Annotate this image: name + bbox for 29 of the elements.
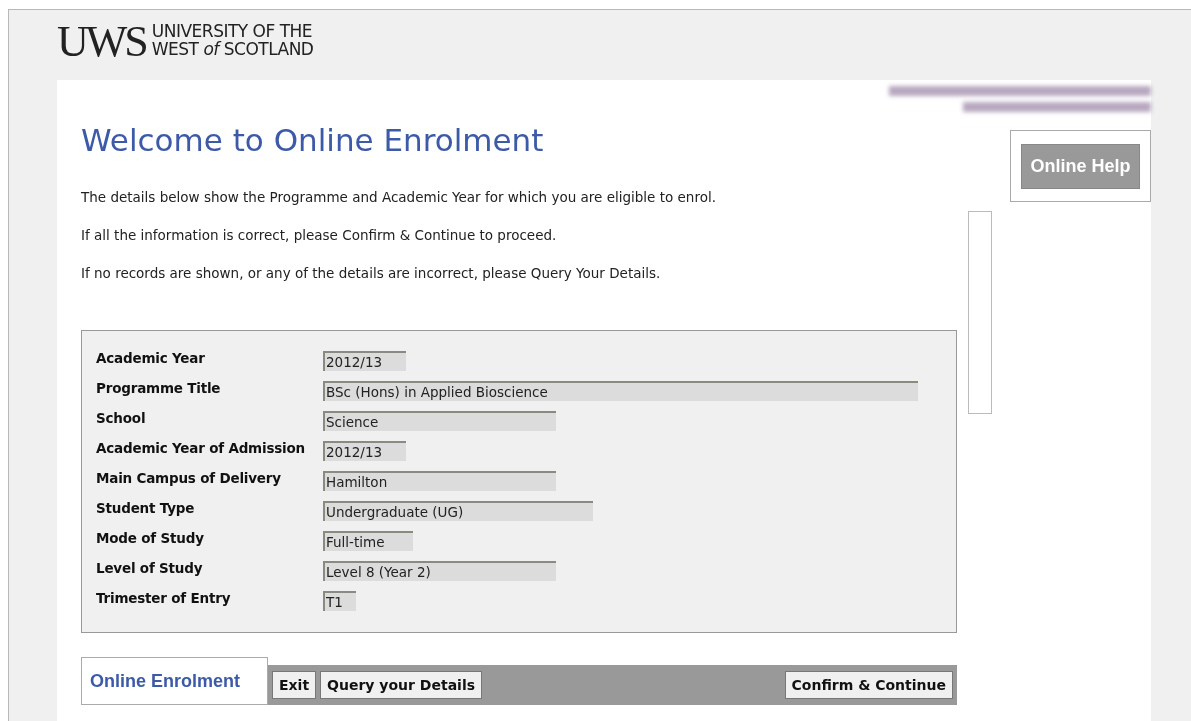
- intro-text: The details below show the Programme and Academic Year for which you are eligible to enrol.: [81, 188, 717, 206]
- readonly-field: T1: [323, 591, 356, 611]
- action-button[interactable]: Confirm & Continue: [784, 671, 953, 699]
- logo-mark: UWS: [57, 20, 146, 64]
- readonly-field: Science: [323, 411, 556, 431]
- field-label: Student Type: [96, 499, 196, 517]
- field-label: School: [96, 409, 147, 427]
- field-label: Programme Title: [96, 379, 222, 397]
- logo-text: WEST of SCOTLAND: [151, 40, 314, 58]
- field-label: Trimester of Entry: [96, 589, 232, 607]
- action-button[interactable]: Exit: [272, 671, 317, 699]
- field-label: Main Campus of Delivery: [96, 469, 282, 487]
- readonly-field: 2012/13: [323, 351, 406, 371]
- readonly-field: Undergraduate (UG): [323, 501, 593, 521]
- field-label: Academic Year: [96, 349, 206, 367]
- readonly-field: BSc (Hons) in Applied Bioscience: [323, 381, 918, 401]
- field-label: Level of Study: [96, 559, 204, 577]
- readonly-field: Full-time: [323, 531, 413, 551]
- intro-text: If no records are shown, or any of the details are incorrect, please Query Your Details.: [81, 264, 662, 282]
- page-heading: Welcome to Online Enrolment: [81, 121, 545, 160]
- readonly-field: Hamilton: [323, 471, 556, 491]
- action-button[interactable]: Query your Details: [320, 671, 483, 699]
- readonly-field: Level 8 (Year 2): [323, 561, 556, 581]
- readonly-field: 2012/13: [323, 441, 406, 461]
- field-label: Mode of Study: [96, 529, 205, 547]
- field-label: Academic Year of Admission: [96, 439, 306, 457]
- logo-text: UNIVERSITY OF THE: [151, 22, 314, 40]
- intro-text: If all the information is correct, please Confirm & Continue to proceed.: [81, 226, 558, 244]
- online-enrolment-tab[interactable]: Online Enrolment: [81, 657, 268, 705]
